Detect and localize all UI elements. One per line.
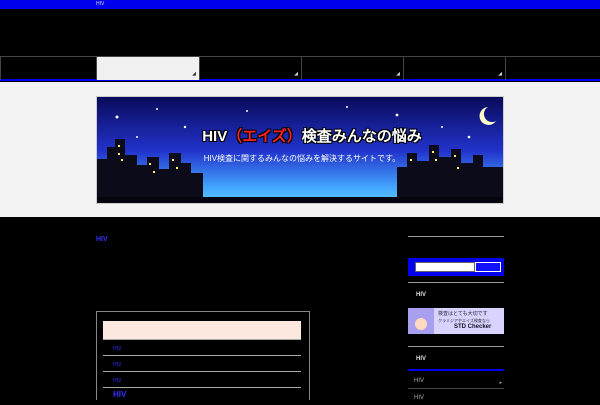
std-checker-ad[interactable]: 検査はとても大切です クラミジアやエイズ検査なら STD Checker bbox=[408, 308, 504, 334]
nav-item-5[interactable] bbox=[505, 57, 600, 80]
list-item[interactable]: HIV bbox=[103, 371, 301, 387]
banner-title: HIV（エイズ）検査みんなの悩み bbox=[197, 125, 427, 146]
list-item-label[interactable]: HIV bbox=[113, 362, 121, 368]
city-night-illustration bbox=[97, 97, 503, 203]
nav-arrow-icon: ◢ bbox=[192, 71, 196, 77]
list-item[interactable]: HIV bbox=[103, 355, 301, 371]
banner-title-highlight: （エイズ） bbox=[227, 128, 302, 145]
sidebar-accent-line bbox=[408, 369, 504, 371]
nav-item-home[interactable]: ◢ bbox=[96, 57, 199, 80]
list-item-label[interactable]: HIV bbox=[113, 390, 126, 399]
nav-item-2[interactable]: ◢ bbox=[199, 57, 301, 80]
sidebar-divider bbox=[408, 282, 504, 283]
list-item-label[interactable]: HIV bbox=[113, 346, 121, 352]
nav-arrow-icon: ◢ bbox=[498, 71, 502, 77]
nav-item-3[interactable]: ◢ bbox=[301, 57, 403, 80]
content-box-header bbox=[103, 321, 301, 339]
chevron-right-icon: ▸ bbox=[499, 380, 502, 386]
ad-line-3: STD Checker bbox=[454, 324, 492, 330]
header bbox=[0, 9, 600, 56]
search-input[interactable] bbox=[415, 262, 475, 272]
list-item-label[interactable]: HIV bbox=[113, 378, 121, 384]
sidebar-link-label[interactable]: HIV bbox=[414, 378, 424, 384]
nav-arrow-icon: ◢ bbox=[396, 71, 400, 77]
nav-arrow-icon: ◢ bbox=[294, 71, 298, 77]
sidebar-heading: HIV bbox=[416, 356, 427, 362]
banner-title-suffix: 検査みんなの悩み bbox=[301, 128, 422, 145]
list-item[interactable]: HIV bbox=[103, 339, 301, 355]
sidebar-link-label[interactable]: HIV bbox=[414, 395, 424, 401]
page-title: HIV bbox=[96, 236, 108, 243]
ad-line-1: 検査はとても大切です bbox=[438, 311, 488, 317]
search-form bbox=[408, 258, 504, 276]
list-item[interactable]: HIV bbox=[103, 387, 301, 403]
nav-item-4[interactable]: ◢ bbox=[403, 57, 505, 80]
site-banner[interactable]: HIV（エイズ）検査みんなの悩み HIV検査に関するみんなの悩みを解決するサイト… bbox=[96, 96, 504, 204]
sidebar-divider bbox=[408, 236, 504, 237]
sidebar-heading: HIV bbox=[416, 292, 427, 298]
content-box: HIV HIV HIV HIV bbox=[96, 311, 310, 403]
sidebar-link[interactable]: HIV ▸ bbox=[410, 372, 504, 388]
banner-subtitle: HIV検査に関するみんなの悩みを解決するサイトです。 bbox=[203, 154, 401, 163]
banner-title-prefix: HIV bbox=[202, 128, 228, 145]
sidebar-divider bbox=[408, 346, 504, 347]
global-nav: ◢ ◢ ◢ ◢ bbox=[0, 56, 600, 81]
site-name[interactable]: HIV bbox=[96, 1, 104, 7]
search-button[interactable] bbox=[475, 262, 501, 272]
sidebar-link[interactable]: HIV bbox=[410, 389, 504, 405]
top-bar: HIV bbox=[0, 0, 600, 9]
nav-item-1[interactable] bbox=[0, 57, 96, 80]
